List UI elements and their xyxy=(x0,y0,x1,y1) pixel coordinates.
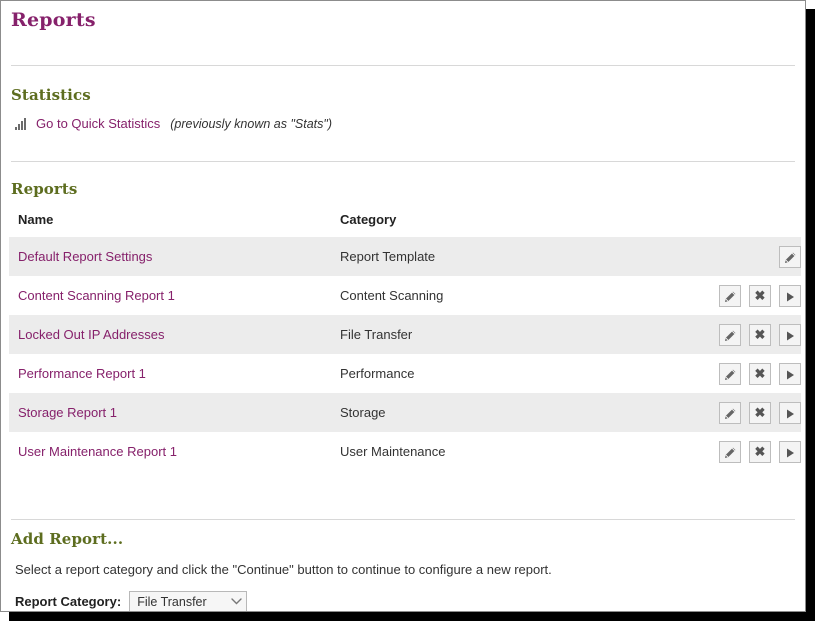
report-category-cell: Report Template xyxy=(331,237,691,276)
delete-report-button[interactable]: ✖ xyxy=(749,362,771,385)
report-name-cell: Content Scanning Report 1 xyxy=(9,276,331,315)
reports-table-body: Default Report Settings Report Template Co… xyxy=(9,237,801,471)
edit-report-button[interactable] xyxy=(719,323,741,346)
report-actions-cell: ✖ xyxy=(691,276,801,315)
report-category-cell: Performance xyxy=(340,366,415,381)
reports-table: Name Category Default Report Settings Rep… xyxy=(9,212,801,471)
play-icon xyxy=(787,409,794,419)
column-header-actions xyxy=(691,212,801,237)
column-header-name: Name xyxy=(9,212,331,237)
run-report-button[interactable] xyxy=(779,323,801,346)
run-report-button[interactable] xyxy=(779,284,801,307)
application-window: Reports Statistics Go to Quick Statistic… xyxy=(0,0,806,612)
edit-report-button[interactable] xyxy=(719,284,741,307)
report-category-value: File Transfer xyxy=(137,594,207,609)
edit-report-button[interactable] xyxy=(719,440,741,463)
play-icon xyxy=(787,370,794,380)
edit-report-button[interactable] xyxy=(779,245,801,268)
report-category-cell: User Maintenance xyxy=(340,444,446,459)
table-row: Performance Report 1 Performance ✖ xyxy=(9,354,801,393)
edit-report-button[interactable] xyxy=(719,362,741,385)
table-row: User Maintenance Report 1 User Maintenanc… xyxy=(9,432,801,471)
report-name-link[interactable]: User Maintenance Report 1 xyxy=(18,444,177,459)
statistics-note: (previously known as "Stats") xyxy=(170,116,332,131)
pencil-icon xyxy=(785,252,796,263)
add-report-section: Add Report... Select a report category a… xyxy=(1,520,805,611)
report-category-label: Report Category: xyxy=(15,594,122,609)
report-name-cell: Locked Out IP Addresses xyxy=(9,315,331,354)
page-body: Reports Statistics Go to Quick Statistic… xyxy=(1,1,805,611)
pencil-icon xyxy=(725,369,736,380)
delete-report-button[interactable]: ✖ xyxy=(749,323,771,346)
quick-statistics-link[interactable]: Go to Quick Statistics xyxy=(36,116,160,131)
report-name-cell: User Maintenance Report 1 xyxy=(9,432,331,471)
report-actions-cell: ✖ xyxy=(691,315,801,354)
pencil-icon xyxy=(725,447,736,458)
statistics-section: Statistics Go to Quick Statistics (previ… xyxy=(1,66,805,131)
table-row: Content Scanning Report 1 Content Scannin… xyxy=(9,276,801,315)
report-actions-cell xyxy=(691,237,801,276)
report-name-link[interactable]: Storage Report 1 xyxy=(18,405,117,420)
play-icon xyxy=(787,331,794,341)
reports-table-wrap: Name Category Default Report Settings Rep… xyxy=(1,212,805,471)
report-category-select[interactable]: File Transfer xyxy=(129,591,248,611)
report-actions-cell: ✖ xyxy=(691,432,801,471)
report-name-cell: Default Report Settings xyxy=(9,237,331,276)
add-report-heading: Add Report... xyxy=(11,530,124,548)
report-name-link[interactable]: Locked Out IP Addresses xyxy=(18,327,164,342)
report-category-cell: File Transfer xyxy=(331,315,691,354)
close-x-icon: ✖ xyxy=(754,326,766,342)
pencil-icon xyxy=(725,330,736,341)
table-row: Default Report Settings Report Template xyxy=(9,237,801,276)
column-header-category: Category xyxy=(331,212,691,237)
report-name-link[interactable]: Performance Report 1 xyxy=(18,366,146,381)
run-report-button[interactable] xyxy=(779,440,801,463)
page-title: Reports xyxy=(11,9,96,31)
reports-heading: Reports xyxy=(11,180,78,198)
quick-statistics-row: Go to Quick Statistics (previously known… xyxy=(1,104,805,131)
delete-report-button[interactable]: ✖ xyxy=(749,440,771,463)
report-name-link[interactable]: Content Scanning Report 1 xyxy=(18,288,175,303)
report-category-cell: Storage xyxy=(331,393,691,432)
table-row: Locked Out IP Addresses File Transfer ✖ xyxy=(9,315,801,354)
table-row: Storage Report 1 Storage ✖ xyxy=(9,393,801,432)
report-name-link[interactable]: Default Report Settings xyxy=(18,249,152,264)
bar-chart-icon xyxy=(15,117,29,130)
add-report-help-text: Select a report category and click the "… xyxy=(15,562,552,577)
report-category-row: Report Category: File Transfer xyxy=(1,577,805,611)
play-icon xyxy=(787,448,794,458)
table-header-row: Name Category xyxy=(9,212,801,237)
close-x-icon: ✖ xyxy=(754,404,766,420)
delete-report-button[interactable]: ✖ xyxy=(749,284,771,307)
play-icon xyxy=(787,292,794,302)
report-name-cell: Storage Report 1 xyxy=(9,393,331,432)
pencil-icon xyxy=(725,408,736,419)
reports-table-head: Name Category xyxy=(9,212,801,237)
report-actions-cell: ✖ xyxy=(691,393,801,432)
close-x-icon: ✖ xyxy=(754,443,766,459)
close-x-icon: ✖ xyxy=(754,287,766,303)
report-actions-cell: ✖ xyxy=(691,354,801,393)
chevron-down-icon xyxy=(226,598,246,605)
report-name-cell: Performance Report 1 xyxy=(9,354,331,393)
pencil-icon xyxy=(725,291,736,302)
reports-section: Reports Name Category Default Report Set… xyxy=(1,162,805,471)
run-report-button[interactable] xyxy=(779,362,801,385)
run-report-button[interactable] xyxy=(779,401,801,424)
report-category-cell: Content Scanning xyxy=(340,288,444,303)
close-x-icon: ✖ xyxy=(754,365,766,381)
delete-report-button[interactable]: ✖ xyxy=(749,401,771,424)
statistics-heading: Statistics xyxy=(11,86,91,104)
edit-report-button[interactable] xyxy=(719,401,741,424)
